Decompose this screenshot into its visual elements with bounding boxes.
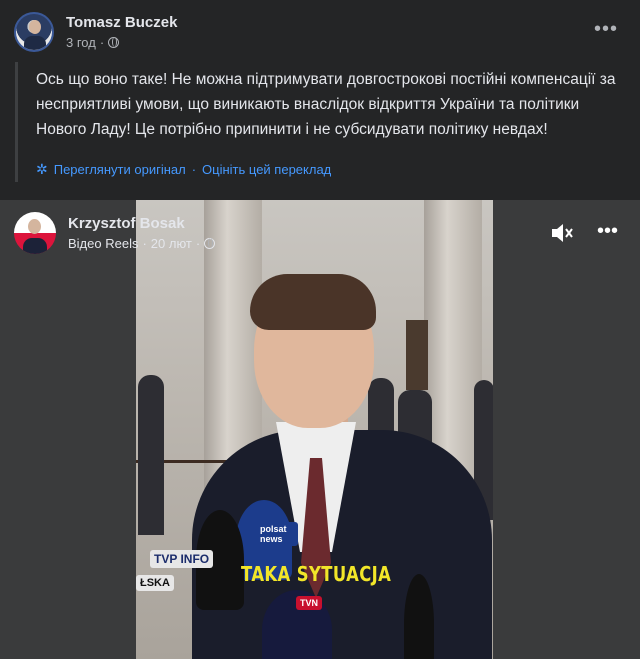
rate-translation-link[interactable]: Оцініть цей переклад [202, 162, 331, 177]
post-more-button[interactable]: ••• [594, 18, 618, 41]
reel-type[interactable]: Відео Reels [68, 236, 138, 251]
reel-video[interactable]: polsat news TVP INFO ŁSKA TVN TAKA SYTUA… [136, 200, 493, 659]
shared-reel[interactable]: polsat news TVP INFO ŁSKA TVN TAKA SYTUA… [0, 200, 640, 659]
translation-separator: · [191, 162, 197, 177]
speaker-hair [250, 274, 376, 330]
shared-author-name[interactable]: Krzysztof Bosak [68, 215, 215, 232]
shared-header: Krzysztof Bosak Відео Reels · 20 лют · [14, 212, 216, 254]
shared-author-block: Krzysztof Bosak Відео Reels · 20 лют · [68, 215, 216, 251]
avatar-face [28, 219, 41, 234]
post-meta: 3 год · [66, 35, 177, 50]
video-door [406, 320, 428, 390]
author-block: Tomasz Buczek 3 год · [66, 14, 177, 50]
globe-icon[interactable] [204, 238, 216, 249]
avatar-face [29, 20, 41, 34]
meta-separator: · [142, 236, 147, 251]
meta-separator: · [195, 236, 201, 251]
post-text: Ось що воно таке! Не можна підтримувати … [36, 71, 616, 138]
see-original-link[interactable]: Переглянути оригінал [54, 162, 186, 177]
post-time[interactable]: 3 год [66, 35, 96, 50]
mic-label-tvp: TVP INFO [150, 550, 214, 568]
mic-label-partial: ŁSKA [136, 575, 174, 591]
video-caption: TAKA SYTUACJA [241, 562, 392, 586]
speaker-muted-icon[interactable] [550, 222, 574, 249]
video-letterbox-left [0, 200, 136, 659]
reel-more-button[interactable]: ••• [597, 220, 618, 243]
mic-label-tvn: TVN [296, 596, 322, 610]
reel-date[interactable]: 20 лют [151, 236, 192, 251]
author-avatar[interactable] [14, 12, 54, 52]
avatar-suit [24, 36, 46, 50]
feed-post-card: Tomasz Buczek 3 год · ••• Ось що воно та… [0, 0, 640, 659]
mic-label-polsat: polsat news [256, 522, 298, 546]
avatar-suit [23, 238, 47, 254]
translation-row: ✲ Переглянути оригінал · Оцініть цей пер… [36, 161, 331, 178]
post-header: Tomasz Buczek 3 год · [14, 12, 177, 52]
gear-icon[interactable]: ✲ [36, 161, 48, 178]
author-name[interactable]: Tomasz Buczek [66, 14, 177, 31]
shared-author-avatar[interactable] [14, 212, 56, 254]
video-letterbox-right [493, 200, 640, 659]
shared-meta: Відео Reels · 20 лют · [68, 236, 216, 251]
quote-bar [15, 62, 18, 182]
globe-icon[interactable] [108, 37, 120, 48]
meta-separator: · [99, 35, 105, 50]
background-person [138, 375, 164, 535]
